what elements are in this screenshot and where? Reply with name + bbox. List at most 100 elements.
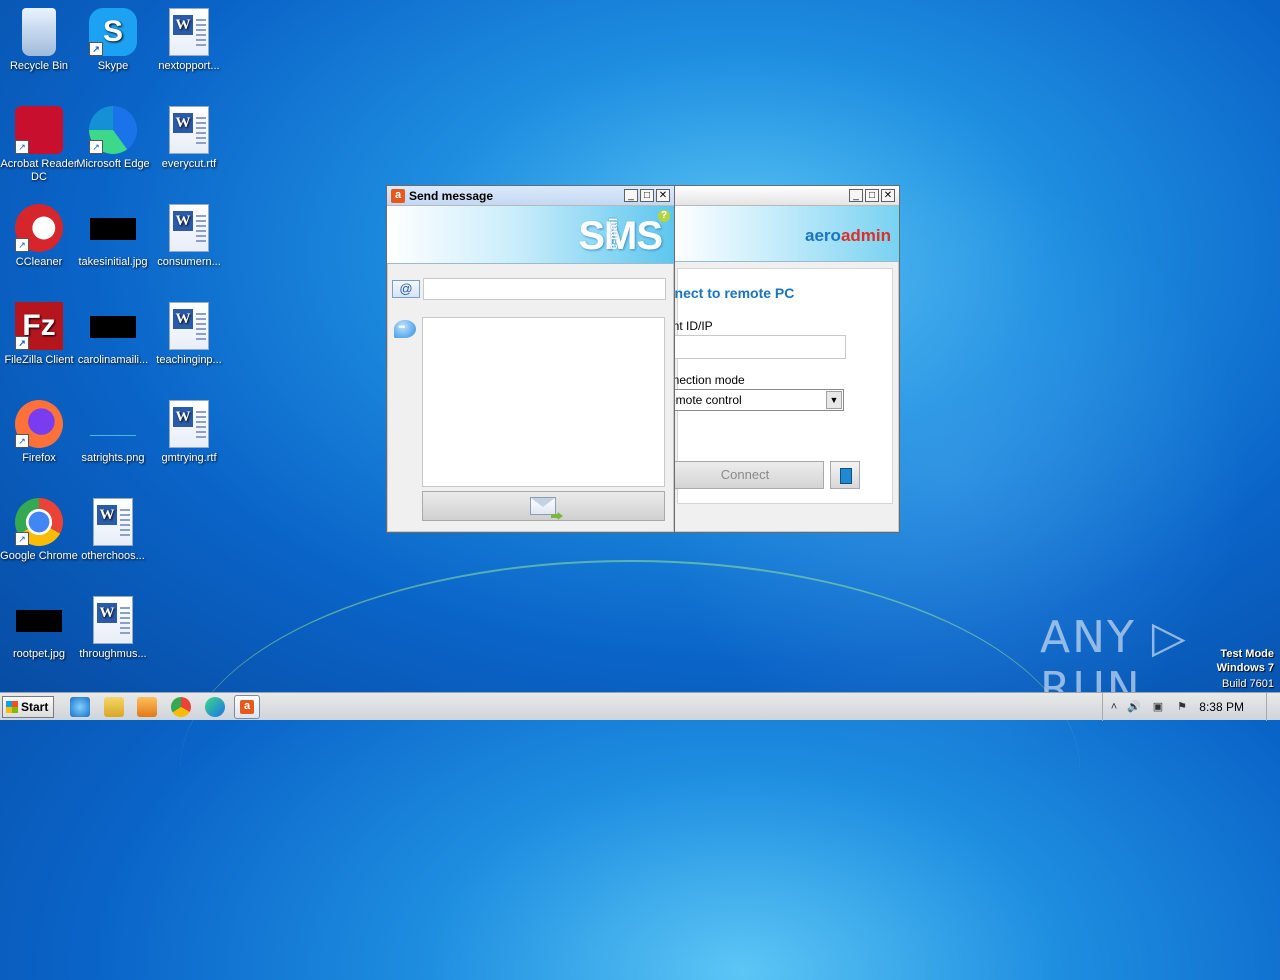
send-envelope-icon: [530, 497, 556, 515]
word-doc-icon: [169, 204, 209, 252]
connection-mode-label: nnection mode: [666, 373, 745, 387]
word-doc-icon: [93, 596, 133, 644]
minimize-icon[interactable]: _: [624, 189, 638, 202]
desktop-icon[interactable]: teachinginp...: [150, 302, 228, 367]
address-book-icon[interactable]: [830, 461, 860, 489]
at-sign-icon: @: [392, 280, 420, 298]
logo-admin-text: admin: [840, 226, 891, 245]
desktop-icon[interactable]: ↗ CCleaner: [0, 204, 78, 269]
desktop-icon[interactable]: otherchoos...: [74, 498, 152, 563]
taskbar: Start a ˄ 🔊 ▣ ⚑ 8:38 PM: [0, 692, 1280, 721]
maximize-icon[interactable]: □: [865, 189, 879, 202]
desktop-icon-label: Recycle Bin: [9, 60, 69, 72]
start-button[interactable]: Start: [2, 696, 54, 718]
aeroadmin-logo: aeroadmin: [805, 226, 891, 246]
desktop-icon-label: throughmus...: [79, 648, 147, 660]
skype-icon: S ↗: [89, 8, 137, 56]
desktop-icon[interactable]: consumern...: [150, 204, 228, 269]
build-text: Build 7601: [1222, 678, 1274, 690]
word-doc-icon: [169, 8, 209, 56]
minimize-icon[interactable]: _: [849, 189, 863, 202]
close-icon[interactable]: ✕: [881, 189, 895, 202]
maximize-icon[interactable]: □: [640, 189, 654, 202]
shortcut-arrow-icon: ↗: [15, 238, 29, 252]
send-message-titlebar[interactable]: a Send message _ □ ✕: [387, 186, 674, 206]
firefox-icon: ↗: [15, 400, 63, 448]
word-doc-icon: [93, 498, 133, 546]
help-icon[interactable]: ?: [658, 210, 670, 222]
sms-banner: SMS e-mail ?: [387, 206, 674, 264]
connect-button[interactable]: Connect: [666, 461, 824, 489]
system-tray: ˄ 🔊 ▣ ⚑ 8:38 PM: [1102, 693, 1280, 721]
desktop-icon-label: rootpet.jpg: [13, 648, 65, 660]
aeroadmin-app-icon: a: [391, 188, 405, 203]
send-message-window[interactable]: a Send message _ □ ✕ SMS e-mail ? @: [386, 185, 675, 533]
desktop-icon-label: satrights.png: [81, 452, 145, 464]
desktop-icon-label: Acrobat Reader DC: [0, 158, 78, 183]
desktop-icon[interactable]: Fz ↗ FileZilla Client: [0, 302, 78, 367]
desktop-icon[interactable]: ↗ Acrobat Reader DC: [0, 106, 78, 184]
logo-aero-text: aero: [805, 226, 841, 245]
word-doc-icon: [169, 400, 209, 448]
desktop-icon-label: Firefox: [22, 452, 56, 464]
desktop-icon-label: Microsoft Edge: [76, 158, 150, 170]
desktop-icon-label: CCleaner: [15, 256, 63, 268]
desktop-icon[interactable]: rootpet.jpg: [0, 596, 78, 661]
aeroadmin-taskbar-button[interactable]: a: [234, 695, 260, 719]
desktop-icon[interactable]: nextopport...: [150, 8, 228, 73]
desktop-icon[interactable]: takesinitial.jpg: [74, 204, 152, 269]
image-thumb-icon: [16, 610, 62, 632]
desktop-icon[interactable]: ↗ Microsoft Edge: [74, 106, 152, 171]
flag-icon[interactable]: ⚑: [1175, 700, 1189, 714]
shortcut-arrow-icon: ↗: [15, 140, 29, 154]
filezilla-icon: Fz ↗: [15, 302, 63, 350]
network-icon[interactable]: ▣: [1151, 700, 1165, 714]
aeroadmin-window[interactable]: _ □ ✕ aeroadmin nnect to remote PC ent I…: [666, 185, 900, 533]
desktop-icon-label: FileZilla Client: [4, 354, 74, 366]
folder-icon[interactable]: [104, 697, 124, 717]
image-thumb-icon: [90, 414, 136, 436]
desktop-icon-label: Skype: [97, 60, 129, 72]
message-textarea[interactable]: [422, 317, 665, 487]
desktop-icon[interactable]: S ↗ Skype: [74, 8, 152, 73]
clock[interactable]: 8:38 PM: [1199, 700, 1244, 714]
client-id-input[interactable]: [666, 335, 846, 359]
connection-mode-value: emote control: [669, 393, 742, 407]
windows-version-text: Windows 7: [1216, 662, 1274, 674]
volume-icon[interactable]: 🔊: [1127, 700, 1141, 714]
sms-logo: SMS: [578, 214, 663, 258]
send-button[interactable]: [422, 491, 665, 521]
desktop-icon[interactable]: everycut.rtf: [150, 106, 228, 171]
desktop-icon-label: carolinamaili...: [77, 354, 149, 366]
ie-icon[interactable]: [70, 697, 90, 717]
send-message-title: Send message: [409, 188, 494, 203]
edge-icon[interactable]: [205, 697, 225, 717]
acrobat-icon: ↗: [15, 106, 63, 154]
shortcut-arrow-icon: ↗: [15, 434, 29, 448]
desktop-icon[interactable]: Recycle Bin: [0, 8, 78, 73]
desktop-icon-label: Google Chrome: [0, 550, 78, 562]
chrome-icon[interactable]: [171, 697, 191, 717]
desktop-icon[interactable]: ↗ Firefox: [0, 400, 78, 465]
recipient-input[interactable]: [423, 278, 666, 300]
close-icon[interactable]: ✕: [656, 189, 670, 202]
desktop-icon-label: gmtrying.rtf: [161, 452, 217, 464]
email-logo: e-mail: [608, 218, 620, 250]
media-player-icon[interactable]: [137, 697, 157, 717]
chevron-down-icon[interactable]: ▼: [826, 391, 842, 409]
connection-mode-select[interactable]: emote control ▼: [666, 389, 844, 411]
desktop-icon[interactable]: gmtrying.rtf: [150, 400, 228, 465]
show-desktop-button[interactable]: [1266, 693, 1280, 721]
desktop-icon-label: nextopport...: [158, 60, 220, 72]
chevron-up-icon[interactable]: ˄: [1107, 700, 1121, 714]
aeroadmin-titlebar[interactable]: _ □ ✕: [673, 186, 899, 206]
desktop-icon[interactable]: carolinamaili...: [74, 302, 152, 367]
desktop-icon[interactable]: satrights.png: [74, 400, 152, 465]
shortcut-arrow-icon: ↗: [15, 532, 29, 546]
edge-icon: ↗: [89, 106, 137, 154]
word-doc-icon: [169, 302, 209, 350]
shortcut-arrow-icon: ↗: [89, 42, 103, 56]
desktop-icon[interactable]: ↗ Google Chrome: [0, 498, 78, 563]
shortcut-arrow-icon: ↗: [89, 140, 103, 154]
desktop-icon[interactable]: throughmus...: [74, 596, 152, 661]
